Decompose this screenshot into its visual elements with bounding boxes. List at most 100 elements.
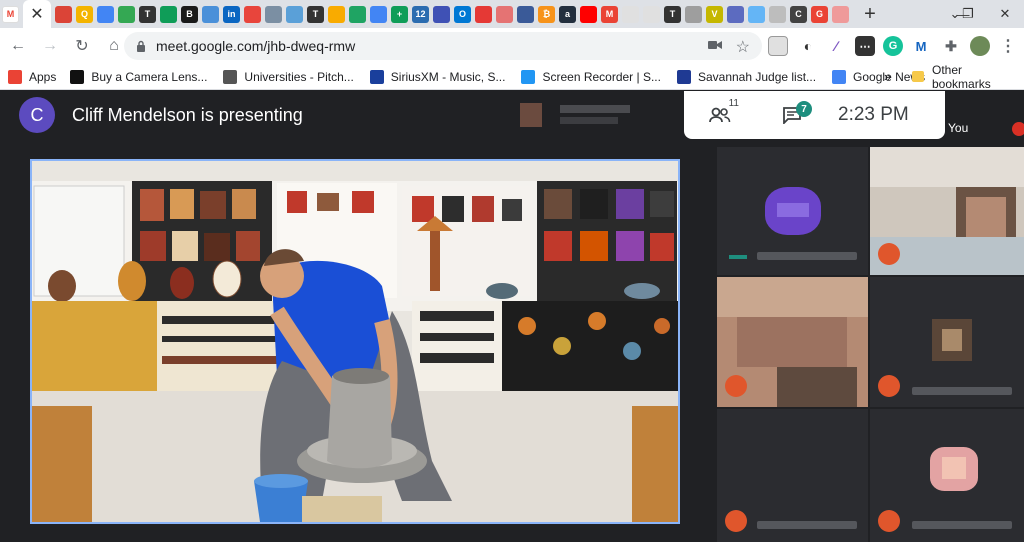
camera-icon[interactable] — [708, 40, 722, 50]
linkedin-icon[interactable]: in — [223, 5, 240, 23]
apps-grid-icon — [8, 69, 22, 84]
outlook-icon[interactable]: O — [454, 5, 471, 23]
tab-icon[interactable] — [265, 5, 282, 23]
new-tab-button[interactable]: + — [859, 3, 881, 25]
meeting-clock: 2:23 PM — [838, 104, 909, 125]
gmail-icon[interactable]: M — [601, 5, 618, 23]
youtube-icon[interactable] — [580, 5, 597, 23]
puzzle-icon[interactable]: ✚ — [941, 36, 961, 56]
bookmark-favicon-icon — [223, 69, 238, 84]
extension-icon[interactable]: ⋯ — [855, 36, 875, 56]
other-bookmarks-button[interactable]: Other bookmarks — [912, 63, 1024, 91]
bookmark-item[interactable]: Savannah Judge list... — [676, 69, 816, 84]
tab-icon[interactable]: Q — [76, 5, 93, 23]
bookmark-item[interactable]: Buy a Camera Lens... — [70, 69, 208, 84]
active-tab[interactable]: ✕ — [23, 0, 51, 28]
apps-bookmark[interactable]: Apps — [8, 69, 57, 84]
participant-tile[interactable] — [870, 147, 1024, 275]
tab-icon[interactable]: + — [391, 5, 408, 23]
bookmark-label: Screen Recorder | S... — [542, 69, 661, 84]
pen-icon[interactable]: ∕ — [826, 36, 846, 56]
participants-button[interactable]: 11 — [700, 95, 740, 135]
tab-icon[interactable]: V — [706, 5, 723, 23]
nytimes-icon[interactable]: T — [139, 5, 156, 23]
pottery-scene — [32, 161, 678, 522]
reload-button[interactable]: ↻ — [68, 32, 96, 60]
tab-icon[interactable] — [727, 5, 744, 23]
nytimes-icon[interactable]: T — [664, 5, 681, 23]
tab-icon[interactable] — [475, 5, 492, 23]
people-icon — [709, 107, 731, 123]
tab-icon[interactable] — [685, 5, 702, 23]
presentation-video[interactable] — [30, 159, 680, 524]
bookmarks-overflow-button[interactable]: » — [884, 69, 891, 84]
tab-icon[interactable] — [118, 5, 135, 23]
google-icon[interactable]: G — [811, 5, 828, 23]
tab-icon[interactable] — [328, 5, 345, 23]
tab-icon[interactable] — [643, 5, 660, 23]
blurred-participant-strip — [520, 97, 640, 133]
participant-tile[interactable] — [717, 147, 868, 275]
bookmark-item[interactable]: Screen Recorder | S... — [521, 69, 661, 84]
back-button[interactable]: ← — [4, 32, 32, 60]
muted-mic-icon — [725, 510, 747, 532]
forward-button[interactable]: → — [36, 32, 64, 60]
tab-icon[interactable] — [244, 5, 261, 23]
extension-icon[interactable]: M — [911, 36, 931, 56]
muted-mic-icon — [878, 510, 900, 532]
restore-button[interactable]: ❐ — [948, 0, 988, 28]
folder-icon — [912, 71, 924, 82]
meeting-info-card: 11 7 2:23 PM — [684, 91, 945, 139]
bookmark-label: Buy a Camera Lens... — [91, 69, 208, 84]
bookmark-item[interactable]: Universities - Pitch... — [223, 69, 354, 84]
menu-icon[interactable]: ⋮ — [998, 36, 1018, 56]
google-drive-icon[interactable] — [349, 5, 366, 23]
participant-tile[interactable] — [717, 409, 868, 542]
tab-icon[interactable]: T — [307, 5, 324, 23]
tab-icon[interactable] — [622, 5, 639, 23]
address-bar[interactable]: meet.google.com/jhb-dweq-rmw ☆ — [124, 32, 762, 60]
bookmark-favicon-icon — [832, 69, 847, 84]
grammarly-icon[interactable]: G — [883, 36, 903, 56]
tab-icon[interactable] — [769, 5, 786, 23]
google-docs-icon[interactable] — [370, 5, 387, 23]
presenting-label: Cliff Mendelson is presenting — [72, 104, 303, 125]
extension-icon[interactable] — [768, 36, 788, 56]
amazon-icon[interactable]: a — [559, 5, 576, 23]
bookmark-label: Apps — [29, 69, 57, 84]
presenter-avatar: C — [19, 97, 55, 133]
gmail-tab-icon[interactable]: M — [2, 5, 19, 23]
bookmark-label: SiriusXM - Music, S... — [390, 69, 506, 84]
bookmark-label: Universities - Pitch... — [244, 69, 354, 84]
browser-toolbar: ← → ↻ ⌂ meet.google.com/jhb-dweq-rmw ☆ ◐… — [0, 28, 1024, 64]
chat-button[interactable]: 7 — [772, 95, 812, 135]
bookmark-item[interactable]: SiriusXM - Music, S... — [369, 69, 506, 84]
tab-icon[interactable]: C — [790, 5, 807, 23]
star-icon[interactable]: ☆ — [736, 37, 750, 57]
bitcoin-icon[interactable]: ₿ — [538, 5, 555, 23]
tab-icon[interactable] — [55, 5, 72, 23]
url-text[interactable]: meet.google.com/jhb-dweq-rmw — [156, 38, 355, 54]
tab-icon[interactable]: 12 — [412, 5, 429, 23]
tab-icon[interactable] — [517, 5, 534, 23]
close-tab-icon[interactable]: ✕ — [30, 4, 43, 24]
tab-icon[interactable] — [748, 5, 765, 23]
bookmark-favicon-icon — [521, 69, 536, 84]
tab-icon[interactable] — [286, 5, 303, 23]
participant-tile[interactable] — [870, 277, 1024, 407]
tab-icon[interactable] — [433, 5, 450, 23]
close-window-button[interactable]: ✕ — [986, 0, 1024, 28]
participant-tile[interactable] — [717, 277, 868, 407]
tab-icon[interactable] — [97, 5, 114, 23]
lock-icon — [136, 40, 146, 52]
tab-icon[interactable] — [832, 5, 849, 23]
participant-tile[interactable] — [870, 409, 1024, 542]
tab-icon[interactable]: B — [181, 5, 198, 23]
profile-avatar[interactable] — [970, 36, 990, 56]
tab-icon[interactable] — [160, 5, 177, 23]
tab-list: Q T Bin T +12 O ₿ a M T V C G — [53, 5, 851, 23]
tab-icon[interactable] — [496, 5, 513, 23]
chat-badge: 7 — [796, 101, 812, 117]
tab-icon[interactable] — [202, 5, 219, 23]
extension-icon[interactable]: ◐ — [798, 36, 818, 56]
